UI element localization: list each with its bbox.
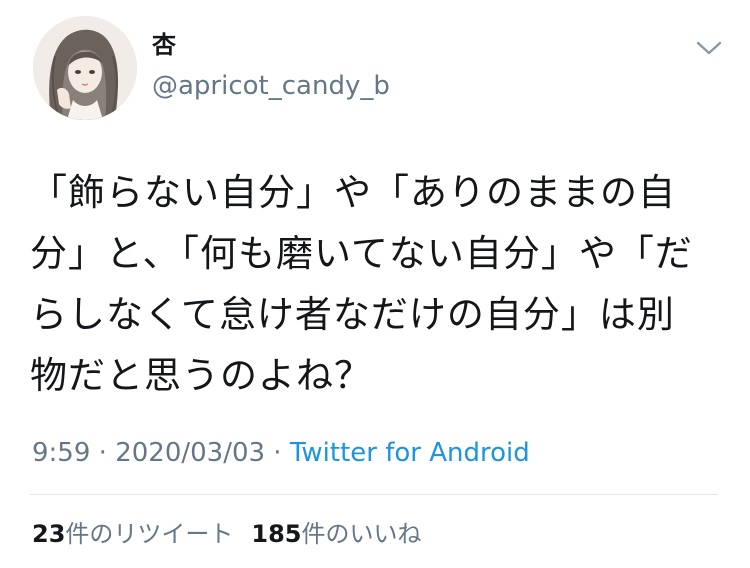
tweet-line: 「飾らない自分」や「ありのままの自 <box>30 171 676 214</box>
tweet-detail: 杏 @apricot_candy_b 「飾らない自分」や「ありのままの自 分」と… <box>0 0 750 568</box>
tweet-meta: 9:59 · 2020/03/03 · Twitter for Android <box>32 437 530 469</box>
tweet-line: 物だと思うのよね？ <box>30 354 372 397</box>
user-handle[interactable]: @apricot_candy_b <box>152 70 390 102</box>
display-name[interactable]: 杏 <box>152 30 176 60</box>
likes-stat[interactable]: 185件のいいね <box>251 520 421 548</box>
divider <box>30 494 718 495</box>
likes-count: 185 <box>251 520 302 548</box>
chevron-down-icon[interactable] <box>694 36 724 60</box>
meta-separator: · <box>265 438 290 468</box>
avatar-illustration <box>33 16 137 120</box>
likes-label: 件のいいね <box>301 520 422 548</box>
tweet-stats: 23件のリツイート 185件のいいね <box>32 518 422 550</box>
tweet-source-link[interactable]: Twitter for Android <box>290 438 530 468</box>
tweet-time[interactable]: 9:59 <box>32 438 90 468</box>
retweets-label: 件のリツイート <box>65 520 234 548</box>
tweet-date[interactable]: 2020/03/03 <box>115 438 265 468</box>
tweet-line: らしなくて怠け者なだけの自分」は別 <box>30 293 675 336</box>
tweet-line: 分」と、「何も磨いてない自分」や「だ <box>30 232 693 275</box>
meta-separator: · <box>90 438 116 468</box>
retweets-count: 23 <box>32 520 66 548</box>
avatar[interactable] <box>33 16 137 120</box>
tweet-text: 「飾らない自分」や「ありのままの自 分」と、「何も磨いてない自分」や「だ らしな… <box>30 162 720 406</box>
retweets-stat[interactable]: 23件のリツイート <box>32 520 233 548</box>
